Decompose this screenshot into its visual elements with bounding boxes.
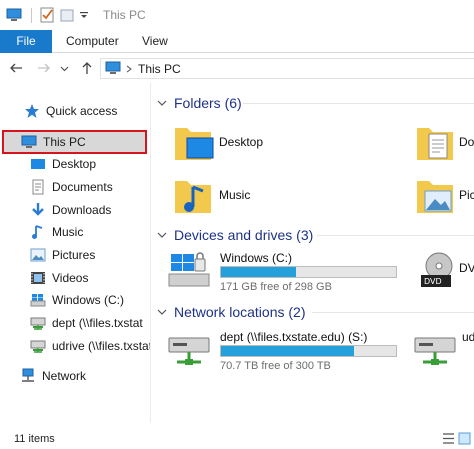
folder-tile-documents[interactable]: Do [415,122,474,166]
group-header-network[interactable]: Network locations (2) [157,303,306,321]
breadcrumb-chevron-icon[interactable] [125,65,133,73]
drive-tile-windows-c[interactable]: Windows (C:) 171 GB free of 298 GB [167,248,407,294]
tab-computer[interactable]: Computer [66,30,119,53]
computer-icon [21,135,37,148]
nav-item-this-pc[interactable]: This PC [21,132,86,152]
desktop-folder-icon [175,128,214,160]
navigation-pane: Quick access This PC Desktop Documents D… [0,83,150,423]
nav-item-network[interactable]: Network [20,366,86,386]
tab-view[interactable]: View [142,30,168,53]
windows-drive-icon [168,252,210,287]
network-tile-dept[interactable]: dept (\\files.txstate.edu) (S:) 70.7 TB … [167,328,407,374]
folder-tile-desktop[interactable]: Desktop [171,122,351,166]
collapse-chevron-icon[interactable] [157,307,167,317]
recent-locations-chevron-icon[interactable] [60,64,69,73]
computer-icon[interactable] [6,7,22,23]
nav-item-quick-access[interactable]: Quick access [24,101,117,121]
up-arrow-icon[interactable] [80,61,94,75]
network-icon [22,368,34,382]
group-header-devices[interactable]: Devices and drives (3) [157,226,313,244]
new-folder-icon[interactable] [59,7,75,23]
pictures-icon [30,248,46,262]
details-view-icon[interactable] [442,432,455,445]
svg-text:DVD: DVD [424,277,442,286]
group-header-folders[interactable]: Folders (6) [157,94,242,112]
pictures-folder-icon [417,181,453,213]
desktop-icon [31,159,45,169]
items-count: 11 items [14,433,55,445]
group-divider [312,312,474,313]
navigation-bar: This PC [0,53,474,83]
drive-tile-dvd[interactable]: DVD DV [419,248,474,294]
network-drive-icon [30,317,46,330]
dvd-drive-icon: DVD [421,252,453,287]
nav-item-videos[interactable]: Videos [30,268,88,288]
nav-item-dept-drive[interactable]: dept (\\files.txstat [30,313,143,333]
drive-usage-bar [220,345,397,357]
windows-drive-icon [30,294,46,307]
title-bar: This PC [0,0,474,30]
folder-tile-pictures[interactable]: Pic [415,175,474,219]
collapse-chevron-icon[interactable] [157,230,167,240]
documents-folder-icon [417,128,453,160]
music-icon [32,225,43,239]
status-bar: 11 items [0,423,474,449]
ribbon-tabs: File Computer View [0,30,474,53]
nav-item-windows-c[interactable]: Windows (C:) [30,290,124,310]
star-icon [25,104,39,118]
documents-icon [32,179,44,195]
large-icons-view-icon[interactable] [458,432,471,445]
network-drive-icon [414,337,456,365]
computer-icon [105,61,121,74]
videos-icon [31,272,45,284]
group-divider [243,103,474,104]
group-divider [317,235,474,236]
folder-tile-music[interactable]: Music [171,175,351,219]
network-drive-icon [168,337,210,365]
nav-item-music[interactable]: Music [30,222,83,242]
music-folder-icon [175,181,211,213]
nav-item-documents[interactable]: Documents [30,177,113,197]
drive-usage-bar [220,266,397,278]
nav-item-pictures[interactable]: Pictures [30,245,95,265]
nav-item-desktop[interactable]: Desktop [30,154,96,174]
download-icon [32,203,44,216]
forward-arrow-icon[interactable] [37,61,51,75]
address-path[interactable]: This PC [138,62,181,76]
address-bar[interactable]: This PC [100,58,474,79]
window-title: This PC [103,8,146,22]
content-area: Folders (6) Desktop Do Music Pic Devices… [151,83,474,423]
title-separator [31,8,32,23]
properties-icon[interactable] [39,7,55,23]
customize-toolbar-chevron-icon[interactable] [79,7,89,23]
network-tile-udrive[interactable]: ud [413,328,474,374]
back-arrow-icon[interactable] [9,61,23,75]
network-drive-icon [30,340,46,353]
nav-item-udrive[interactable]: udrive (\\files.txstat [30,336,150,356]
tab-file[interactable]: File [0,30,52,53]
nav-item-downloads[interactable]: Downloads [30,200,111,220]
drive-usage-fill [221,267,297,277]
drive-usage-fill [221,346,354,356]
collapse-chevron-icon[interactable] [157,98,167,108]
